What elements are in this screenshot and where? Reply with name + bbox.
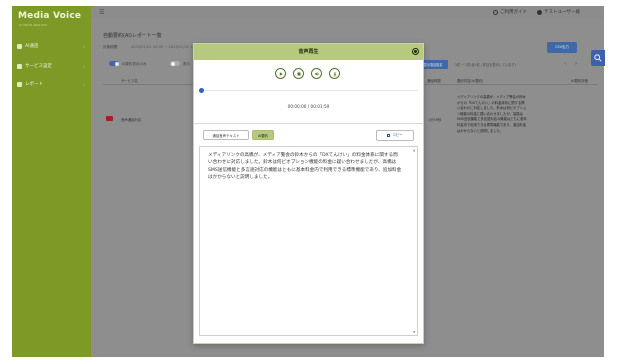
- display-toggle[interactable]: [170, 61, 180, 66]
- column-header: 要約内容(AI要約): [457, 79, 484, 83]
- modal-header: 音声再生: [194, 44, 423, 60]
- chevron-right-icon[interactable]: ›: [575, 61, 577, 67]
- toggle-knob: [170, 61, 175, 66]
- top-bar: ☰ ご利用ガイド テストユーザー様: [91, 6, 604, 19]
- csv-export-button[interactable]: CSV出力: [547, 42, 577, 53]
- guide-link[interactable]: ご利用ガイド: [493, 9, 527, 15]
- summary-textarea[interactable]: メディアリンクの高橋が、メディア警会の鈴木からの「DXてんけい」の料金体系に関す…: [199, 146, 418, 336]
- seek-track: [199, 90, 418, 91]
- download-button[interactable]: [329, 68, 340, 79]
- tab-transcript[interactable]: 通話音声テキスト: [203, 130, 249, 140]
- table-cell-service: 音声通話対応: [121, 118, 142, 122]
- column-header: サービス名: [121, 79, 138, 83]
- brand-logo: Media Voice: [18, 11, 82, 21]
- chevron-left-icon[interactable]: ‹: [564, 61, 566, 67]
- sidebar-item-label: サービス設定: [25, 64, 52, 69]
- sidebar-item-label: レポート: [25, 82, 43, 87]
- settings-icon: [17, 63, 22, 69]
- play-icon: [279, 71, 283, 76]
- toggle-label: AI要約表示のみ: [122, 62, 147, 66]
- modal-title: 音声再生: [298, 49, 319, 55]
- report-icon: [17, 81, 22, 87]
- time-display: 00:00:00 / 00:01:59: [287, 104, 330, 109]
- audio-file-icon[interactable]: [106, 116, 113, 121]
- scroll-down-icon[interactable]: ▼: [413, 330, 415, 334]
- ai-summary-only-toggle[interactable]: [109, 61, 119, 66]
- chevron-right-icon: ›: [83, 81, 85, 87]
- sidebar: Media Voice AI VOICE ANALYSIS AI通話 › サービ…: [12, 6, 91, 357]
- volume-button[interactable]: [311, 68, 322, 79]
- condition-value: 2023/01/01 00:00 ~ 2023/01/31 23:59: [131, 45, 201, 49]
- download-icon: [333, 71, 336, 76]
- volume-icon: [314, 71, 319, 76]
- audio-playback-modal: 音声再生 00:00:00 / 00:01:59 通話音声テキスト AI要約 コ…: [193, 43, 424, 344]
- tab-ai-summary[interactable]: AI要約: [252, 130, 274, 140]
- page-title: 自動要約(AI)レポート一覧: [103, 33, 162, 39]
- chevron-right-icon: ›: [83, 43, 85, 49]
- player-controls: [275, 68, 340, 79]
- search-button[interactable]: [591, 50, 605, 66]
- table-cell-time: 1分59秒: [428, 118, 442, 122]
- seek-bar[interactable]: [199, 88, 418, 93]
- divider: [194, 123, 423, 124]
- search-icon: [594, 54, 602, 62]
- sidebar-item-report[interactable]: レポート ›: [12, 78, 91, 90]
- scroll-up-icon[interactable]: ▲: [413, 148, 415, 152]
- summary-text: メディアリンクの高橋が、メディア警会の鈴木からの「DXてんけい」の料金体系に関す…: [208, 153, 402, 181]
- user-menu[interactable]: テストユーザー様: [537, 9, 580, 15]
- table-cell-summary: メディアリンクの高橋が、メディア警会の鈴木からの「DXてんけい」の料金体系に関す…: [457, 95, 527, 133]
- user-icon: [537, 9, 542, 15]
- pagination-text: 1件 ~ 1件(全1件 / 件目を表示しています): [455, 63, 516, 67]
- copy-button[interactable]: コピー: [376, 130, 414, 141]
- hamburger-menu-icon[interactable]: ☰: [99, 9, 104, 16]
- stop-icon: [297, 72, 300, 75]
- copy-icon: [387, 133, 391, 138]
- column-header: 通話時間: [427, 79, 441, 83]
- stop-button[interactable]: [293, 68, 304, 79]
- sidebar-item-ai-call[interactable]: AI通話 ›: [12, 40, 91, 52]
- toggle-label: 表示: [183, 62, 190, 66]
- chevron-right-icon: ›: [83, 63, 85, 69]
- help-icon: [493, 9, 498, 15]
- home-icon: [17, 43, 22, 49]
- sidebar-item-label: AI通話: [25, 44, 39, 49]
- condition-label: 対象期間: [103, 45, 118, 49]
- play-button[interactable]: [275, 68, 286, 79]
- brand-subtitle: AI VOICE ANALYSIS: [19, 23, 48, 27]
- toggle-knob: [114, 61, 119, 66]
- close-circle-icon[interactable]: [412, 48, 419, 55]
- seek-handle[interactable]: [199, 88, 204, 93]
- sidebar-item-service-settings[interactable]: サービス設定 ›: [12, 60, 91, 72]
- column-header: AI要約評価: [571, 79, 588, 83]
